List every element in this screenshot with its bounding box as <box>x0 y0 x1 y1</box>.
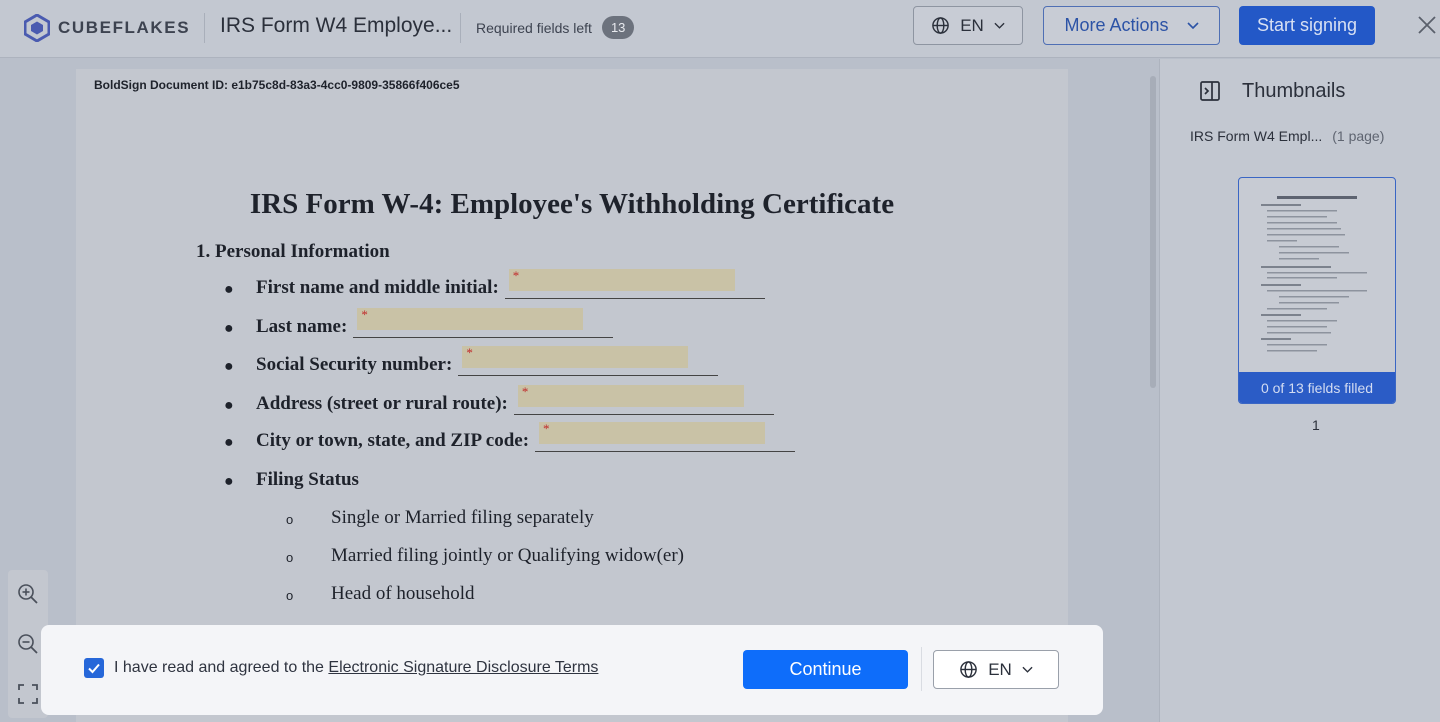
filing-status-heading: Filing Status <box>256 469 359 491</box>
filing-option: Married filing jointly or Qualifying wid… <box>331 545 685 566</box>
document-title: IRS Form W4 Employe... <box>220 14 453 37</box>
zoom-out-button[interactable] <box>16 632 40 656</box>
consent-statement: I have read and agreed to the <box>114 659 329 676</box>
top-bar: CUBEFLAKES IRS Form W4 Employe... Requir… <box>0 0 1440 58</box>
form-title: IRS Form W-4: Employee's Withholding Cer… <box>249 188 895 220</box>
brand-logo[interactable]: CUBEFLAKES <box>24 14 190 42</box>
bullet: o <box>286 550 294 565</box>
language-code: EN <box>988 659 1012 679</box>
form-field-row: First name and middle initial: * <box>256 268 765 299</box>
required-mark: * <box>512 268 520 283</box>
required-mark: * <box>543 421 550 436</box>
document-id: BoldSign Document ID: e1b75c8d-83a3-4cc0… <box>94 78 460 92</box>
thumbnails-title: Thumbnails <box>1242 79 1346 102</box>
field-label: First name and middle initial <box>256 277 493 298</box>
section-heading: 1. Personal Information <box>196 241 390 262</box>
globe-icon <box>932 17 949 34</box>
thumbnail-page-count: (1 page) <box>1332 128 1385 144</box>
fullscreen-icon <box>18 684 38 704</box>
filing-option: Single or Married filing separately <box>331 507 594 528</box>
required-mark: * <box>521 384 529 399</box>
field-label: City or town, state, and ZIP code <box>256 430 523 451</box>
language-selector[interactable]: EN <box>913 6 1023 45</box>
panel-toggle-icon[interactable] <box>1198 79 1222 103</box>
city-state-zip-field[interactable]: * <box>535 421 796 452</box>
required-fields-indicator: Required fields left 13 <box>476 16 635 39</box>
last-name-field[interactable]: * <box>353 307 614 338</box>
form-field-row: Last name: * <box>256 307 614 338</box>
continue-button[interactable]: Continue <box>743 650 908 689</box>
required-mark: * <box>361 307 368 322</box>
start-signing-button[interactable]: Start signing <box>1239 6 1375 45</box>
chevron-down-icon <box>1186 21 1199 29</box>
field-label: Last name <box>256 316 341 337</box>
close-icon[interactable] <box>1416 14 1438 36</box>
field-highlight: * <box>357 307 584 330</box>
zoom-out-icon <box>18 634 38 654</box>
language-code: EN <box>960 15 984 35</box>
globe-icon <box>960 661 977 678</box>
thumbnail-preview <box>1261 196 1367 352</box>
required-fields-count-badge: 13 <box>601 16 635 39</box>
field-label: Address (street or rural route) <box>256 393 502 414</box>
form-field-row: Address (street or rural route): * <box>256 384 774 415</box>
chevron-down-icon <box>1022 666 1033 673</box>
address-field[interactable]: * <box>513 384 774 415</box>
header-divider <box>204 13 205 43</box>
form-field-row: City or town, state, and ZIP code: * <box>256 421 796 452</box>
bullet: ● <box>224 281 234 298</box>
ssn-field[interactable]: * <box>458 345 719 376</box>
page-thumbnail[interactable]: 0 of 13 fields filled <box>1238 177 1396 404</box>
bullet: o <box>286 588 294 603</box>
fit-to-page-button[interactable] <box>16 682 40 706</box>
field-label: Filing Status <box>256 469 359 490</box>
thumbnail-file-info: IRS Form W4 Empl... (1 page) <box>1190 128 1384 144</box>
cube-logo-icon <box>24 14 50 42</box>
bullet: ● <box>224 434 234 451</box>
thumbnails-header: Thumbnails <box>1198 79 1345 103</box>
consent-text: I have read and agreed to the Electronic… <box>114 659 598 677</box>
disclosure-terms-link[interactable]: Electronic Signature Disclosure Terms <box>328 659 598 676</box>
thumbnails-panel: Thumbnails IRS Form W4 Empl... (1 page) <box>1159 59 1440 722</box>
zoom-in-icon <box>18 584 38 604</box>
more-actions-label: More Actions <box>1064 15 1169 35</box>
brand-name: CUBEFLAKES <box>58 18 191 37</box>
bullet: ● <box>224 397 234 414</box>
field-highlight: * <box>462 345 689 368</box>
field-label: Social Security number <box>256 354 446 375</box>
consent-dialog: I have read and agreed to the Electronic… <box>41 625 1103 715</box>
field-highlight: * <box>539 421 766 444</box>
document-viewer[interactable]: BoldSign Document ID: e1b75c8d-83a3-4cc0… <box>0 59 1158 722</box>
field-highlight: * <box>508 268 735 291</box>
bullet: ● <box>224 473 234 490</box>
thumbnail-page-number: 1 <box>1312 417 1320 433</box>
zoom-in-button[interactable] <box>16 582 40 606</box>
bullet: o <box>286 512 294 527</box>
more-actions-button[interactable]: More Actions <box>1043 6 1220 45</box>
bullet: ● <box>224 320 234 337</box>
document-scrollbar[interactable] <box>1150 76 1156 388</box>
form-field-row: Social Security number: * <box>256 345 719 376</box>
chevron-down-icon <box>994 22 1005 29</box>
first-name-field[interactable]: * <box>504 268 765 299</box>
footer-language-selector[interactable]: EN <box>933 650 1059 689</box>
fields-filled-status: 0 of 13 fields filled <box>1239 372 1395 403</box>
required-mark: * <box>466 345 473 360</box>
header-divider <box>460 13 461 43</box>
required-fields-label: Required fields left <box>476 19 592 36</box>
footer-divider <box>921 647 922 691</box>
thumbnail-file-name: IRS Form W4 Empl... <box>1190 128 1323 144</box>
field-highlight: * <box>517 384 744 407</box>
filing-option: Head of household <box>331 583 475 604</box>
checkmark-icon <box>88 663 100 674</box>
bullet: ● <box>224 358 234 375</box>
consent-checkbox[interactable] <box>84 658 104 678</box>
